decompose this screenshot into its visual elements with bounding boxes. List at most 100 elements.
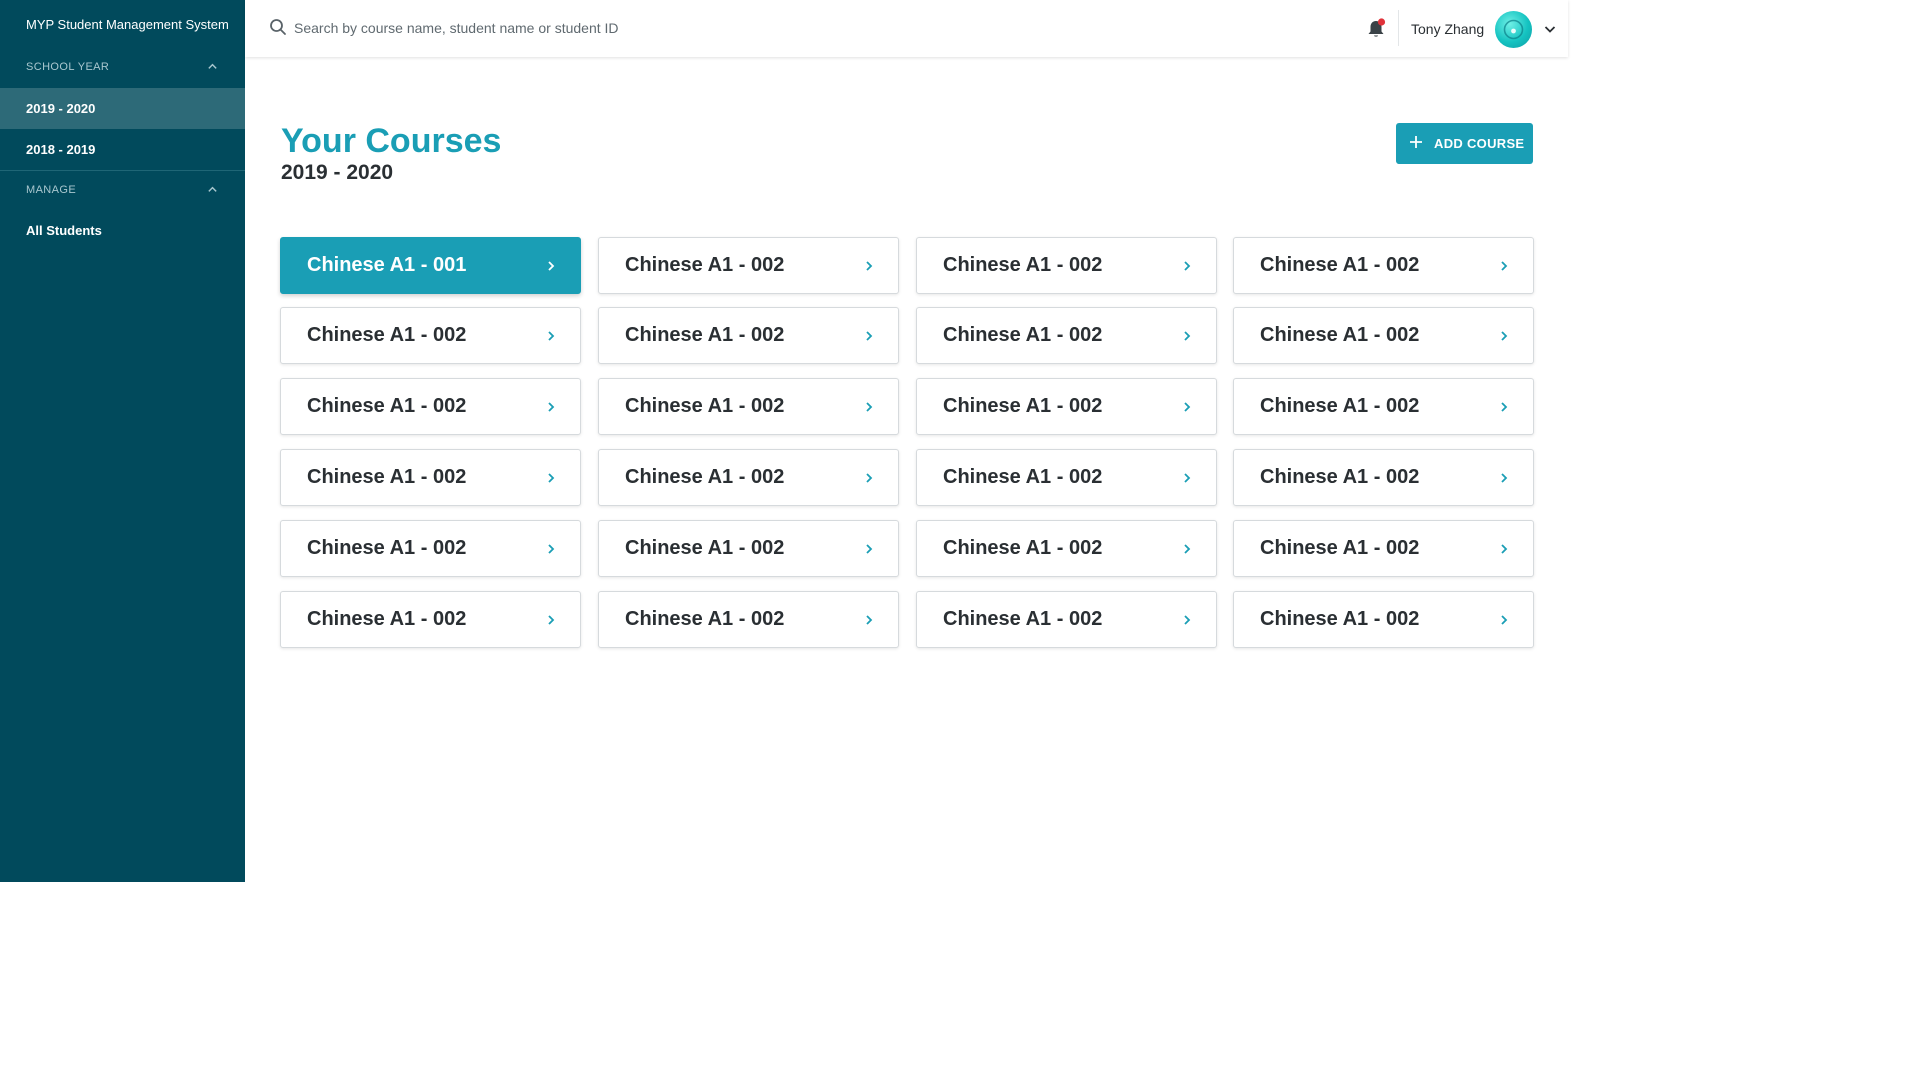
chevron-right-icon (1501, 473, 1508, 483)
course-card[interactable]: Chinese A1 - 002 (280, 378, 581, 435)
add-course-button[interactable]: ADD COURSE (1396, 123, 1533, 164)
course-name: Chinese A1 - 002 (1260, 537, 1420, 559)
course-card[interactable]: Chinese A1 - 002 (916, 520, 1217, 577)
user-name[interactable]: Tony Zhang (1411, 21, 1484, 37)
manage-section-header[interactable]: MANAGE (0, 176, 245, 206)
course-card[interactable]: Chinese A1 - 002 (916, 591, 1217, 648)
course-card[interactable]: Chinese A1 - 002 (598, 449, 899, 506)
course-card[interactable]: Chinese A1 - 002 (916, 307, 1217, 364)
course-name: Chinese A1 - 002 (625, 254, 785, 276)
course-name: Chinese A1 - 002 (943, 466, 1103, 488)
course-name: Chinese A1 - 002 (307, 537, 467, 559)
chevron-right-icon (1501, 615, 1508, 625)
course-card[interactable]: Chinese A1 - 002 (598, 378, 899, 435)
course-name: Chinese A1 - 002 (1260, 254, 1420, 276)
top-bar: Tony Zhang (245, 0, 1568, 57)
chevron-right-icon (548, 331, 555, 341)
course-card[interactable]: Chinese A1 - 002 (280, 520, 581, 577)
chevron-right-icon (1501, 544, 1508, 554)
course-name: Chinese A1 - 002 (943, 608, 1103, 630)
chevron-right-icon (548, 615, 555, 625)
chevron-right-icon (1501, 331, 1508, 341)
notification-dot (1377, 18, 1386, 26)
course-name: Chinese A1 - 002 (1260, 608, 1420, 630)
course-card[interactable]: Chinese A1 - 002 (916, 237, 1217, 294)
sidebar: MYP Student Management System SCHOOL YEA… (0, 0, 245, 882)
course-card[interactable]: Chinese A1 - 002 (280, 591, 581, 648)
course-card[interactable]: Chinese A1 - 002 (1233, 237, 1534, 294)
sidebar-item-all-students[interactable]: All Students (0, 210, 245, 251)
sidebar-item-label: All Students (26, 223, 102, 238)
course-name: Chinese A1 - 002 (625, 608, 785, 630)
chevron-up-icon (208, 186, 217, 192)
course-card[interactable]: Chinese A1 - 002 (598, 520, 899, 577)
course-card[interactable]: Chinese A1 - 002 (280, 449, 581, 506)
add-course-label: ADD COURSE (1434, 136, 1525, 151)
chevron-right-icon (866, 473, 873, 483)
chevron-right-icon (548, 402, 555, 412)
chevron-right-icon (548, 544, 555, 554)
chevron-right-icon (1184, 615, 1191, 625)
header-divider (1398, 10, 1399, 46)
course-name: Chinese A1 - 002 (625, 395, 785, 417)
course-card[interactable]: Chinese A1 - 002 (598, 237, 899, 294)
school-year-header-label: SCHOOL YEAR (26, 61, 110, 73)
course-card[interactable]: Chinese A1 - 002 (916, 378, 1217, 435)
chevron-right-icon (866, 402, 873, 412)
sidebar-divider (0, 170, 245, 171)
chevron-right-icon (866, 261, 873, 271)
page-subtitle: 2019 - 2020 (281, 161, 394, 184)
course-name: Chinese A1 - 002 (943, 324, 1103, 346)
school-year-section-header[interactable]: SCHOOL YEAR (0, 53, 245, 83)
course-card[interactable]: Chinese A1 - 002 (1233, 520, 1534, 577)
sidebar-item-year-2018-2019[interactable]: 2018 - 2019 (0, 129, 245, 170)
course-card[interactable]: Chinese A1 - 002 (598, 307, 899, 364)
course-name: Chinese A1 - 002 (625, 537, 785, 559)
search-input[interactable] (294, 16, 854, 40)
course-card[interactable]: Chinese A1 - 002 (1233, 378, 1534, 435)
course-name: Chinese A1 - 002 (307, 608, 467, 630)
course-name: Chinese A1 - 002 (307, 466, 467, 488)
bell-icon[interactable] (1366, 18, 1386, 40)
course-card[interactable]: Chinese A1 - 002 (916, 449, 1217, 506)
course-name: Chinese A1 - 002 (943, 254, 1103, 276)
chevron-right-icon (1501, 402, 1508, 412)
chevron-right-icon (548, 473, 555, 483)
chevron-right-icon (548, 261, 555, 271)
course-card[interactable]: Chinese A1 - 002 (1233, 591, 1534, 648)
course-card[interactable]: Chinese A1 - 002 (1233, 449, 1534, 506)
chevron-down-icon[interactable] (1543, 22, 1557, 36)
course-grid: Chinese A1 - 001 Chinese A1 - 002 Chinese … (280, 237, 1534, 648)
chevron-right-icon (1184, 473, 1191, 483)
sidebar-item-label: 2019 - 2020 (26, 101, 96, 116)
chevron-right-icon (1184, 402, 1191, 412)
course-name: Chinese A1 - 002 (943, 537, 1103, 559)
page-title: Your Courses (281, 122, 502, 160)
course-name: Chinese A1 - 001 (307, 254, 467, 276)
course-name: Chinese A1 - 002 (307, 324, 467, 346)
avatar[interactable] (1495, 11, 1532, 48)
chevron-right-icon (1184, 261, 1191, 271)
sidebar-item-year-2019-2020[interactable]: 2019 - 2020 (0, 88, 245, 129)
chevron-right-icon (1184, 544, 1191, 554)
course-card[interactable]: Chinese A1 - 002 (280, 307, 581, 364)
course-name: Chinese A1 - 002 (1260, 466, 1420, 488)
chevron-right-icon (866, 331, 873, 341)
search-icon (270, 19, 286, 35)
chevron-right-icon (866, 544, 873, 554)
chevron-right-icon (866, 615, 873, 625)
course-name: Chinese A1 - 002 (943, 395, 1103, 417)
course-name: Chinese A1 - 002 (1260, 324, 1420, 346)
course-card[interactable]: Chinese A1 - 001 (280, 237, 581, 294)
course-name: Chinese A1 - 002 (625, 324, 785, 346)
course-name: Chinese A1 - 002 (1260, 395, 1420, 417)
chevron-right-icon (1501, 261, 1508, 271)
course-card[interactable]: Chinese A1 - 002 (598, 591, 899, 648)
chevron-up-icon (208, 63, 217, 69)
course-card[interactable]: Chinese A1 - 002 (1233, 307, 1534, 364)
sidebar-item-label: 2018 - 2019 (26, 142, 96, 157)
manage-header-label: MANAGE (26, 184, 77, 196)
course-name: Chinese A1 - 002 (625, 466, 785, 488)
course-name: Chinese A1 - 002 (307, 395, 467, 417)
app-title: MYP Student Management System (26, 17, 229, 32)
